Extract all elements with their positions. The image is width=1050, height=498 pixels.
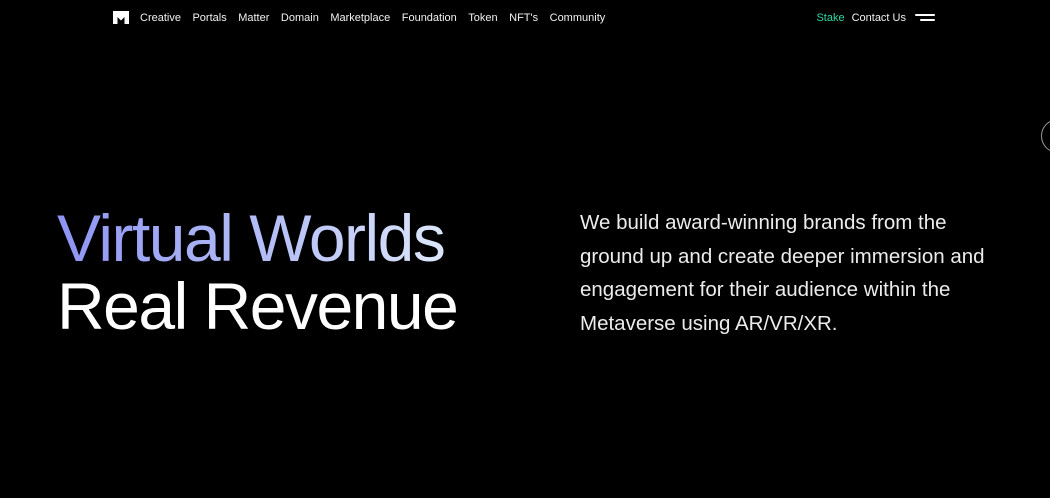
stake-link[interactable]: Stake: [816, 10, 844, 26]
hamburger-menu-icon[interactable]: [915, 13, 935, 23]
nav-link-community[interactable]: Community: [550, 10, 606, 26]
contact-us-link[interactable]: Contact Us: [852, 10, 906, 26]
scroll-circle-icon[interactable]: [1041, 119, 1050, 153]
page: Creative Portals Matter Domain Marketpla…: [0, 0, 1050, 498]
nav-link-foundation[interactable]: Foundation: [402, 10, 457, 26]
nav-links: Creative Portals Matter Domain Marketpla…: [140, 10, 617, 26]
nav-actions: Stake Contact Us: [816, 10, 935, 26]
hero-title-line-2: Real Revenue: [57, 269, 459, 343]
hero-title: Virtual Worlds Real Revenue: [57, 204, 459, 343]
nav-link-token[interactable]: Token: [468, 10, 497, 26]
hero-description: We build award-winning brands from the g…: [580, 211, 985, 335]
m-logo-icon[interactable]: [113, 11, 129, 24]
menu-line-bottom: [920, 19, 935, 21]
nav-link-creative[interactable]: Creative: [140, 10, 181, 26]
menu-line-top: [915, 14, 935, 16]
nav-link-domain[interactable]: Domain: [281, 10, 319, 26]
nav-link-marketplace[interactable]: Marketplace: [330, 10, 390, 26]
top-navigation: Creative Portals Matter Domain Marketpla…: [0, 0, 1050, 36]
hero-title-line-1: Virtual Worlds: [57, 204, 457, 272]
nav-link-nfts[interactable]: NFT's: [509, 10, 538, 26]
nav-link-portals[interactable]: Portals: [192, 10, 226, 26]
nav-link-matter[interactable]: Matter: [238, 10, 269, 26]
